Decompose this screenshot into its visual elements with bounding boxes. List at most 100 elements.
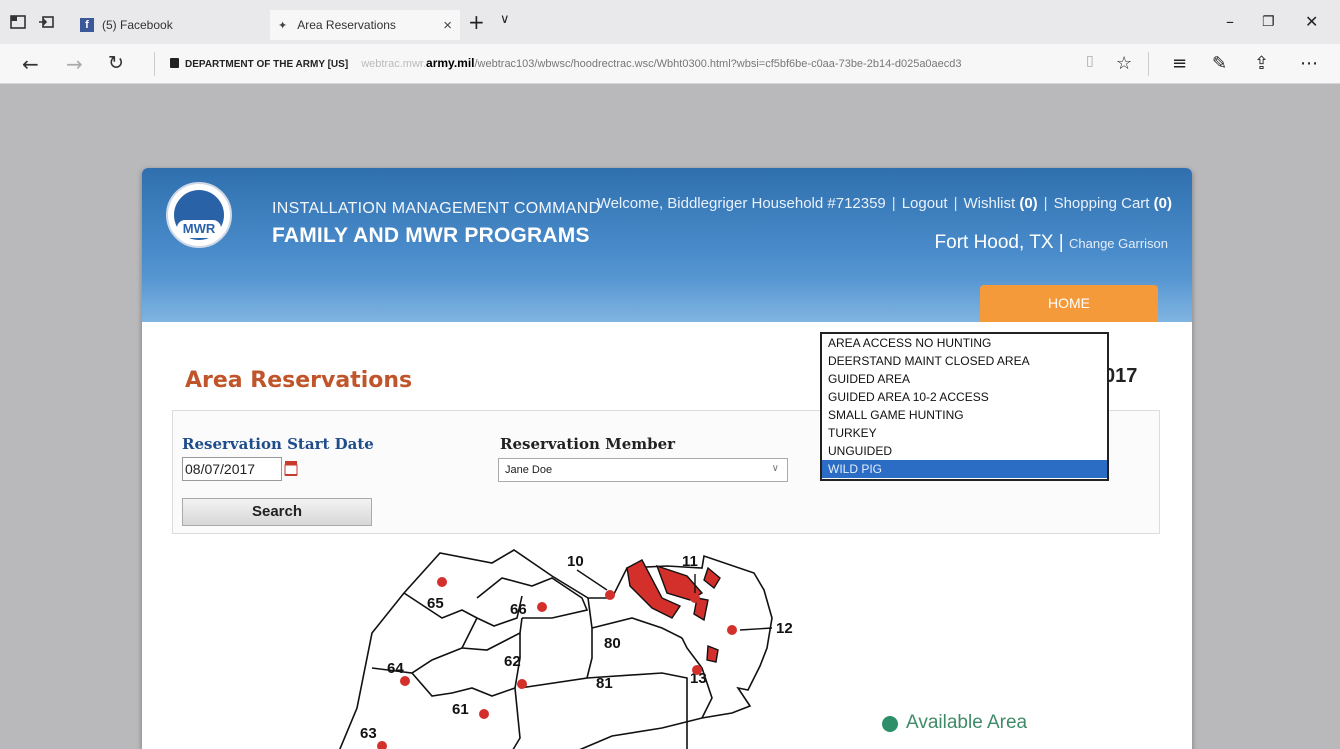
- hub-icon[interactable]: ≡: [1172, 53, 1187, 74]
- tab-preview-chevron-icon[interactable]: ∨: [500, 12, 510, 27]
- area-marker-dot[interactable]: [692, 665, 702, 675]
- area-type-option[interactable]: TURKEY: [822, 424, 1107, 442]
- area-marker-dot[interactable]: [400, 676, 410, 686]
- area-marker-dot[interactable]: [537, 602, 547, 612]
- garrison-name: Fort Hood, TX: [934, 232, 1054, 253]
- map-area-boundary: [403, 592, 523, 627]
- reserved-area: [706, 644, 719, 663]
- area-number-label: 12: [776, 620, 793, 637]
- header-line1: INSTALLATION MANAGEMENT COMMAND: [272, 200, 601, 217]
- map-area-boundary: [461, 617, 523, 651]
- area-number-label: 61: [452, 701, 469, 718]
- wishlist-link[interactable]: Wishlist: [963, 195, 1015, 212]
- welcome-text: Welcome, Biddlegriger Household #712359: [596, 195, 886, 212]
- divider: [154, 52, 155, 76]
- label-leader-line: [739, 627, 773, 631]
- divider: [1148, 52, 1149, 76]
- separator: |: [1058, 232, 1064, 253]
- label-leader-line: [576, 569, 608, 591]
- area-type-option[interactable]: GUIDED AREA: [822, 370, 1107, 388]
- logo-text: MWR: [177, 220, 221, 238]
- area-type-listbox[interactable]: AREA ACCESS NO HUNTING DEERSTAND MAINT CL…: [820, 332, 1109, 481]
- area-number-label: 11: [682, 553, 698, 570]
- separator: |: [1043, 195, 1048, 212]
- forward-arrow-icon[interactable]: →: [66, 52, 83, 76]
- search-button[interactable]: Search: [182, 498, 372, 526]
- shopping-cart-link[interactable]: Shopping Cart: [1054, 195, 1150, 212]
- area-number-label: 64: [387, 660, 404, 677]
- close-window-icon[interactable]: ✕: [1305, 12, 1318, 31]
- area-marker-dot[interactable]: [727, 625, 737, 635]
- maximize-icon[interactable]: ❐: [1262, 14, 1275, 30]
- area-marker-dot[interactable]: [605, 590, 615, 600]
- reserved-area: [703, 566, 721, 590]
- member-value: Jane Doe: [505, 464, 553, 476]
- close-tab-icon[interactable]: ×: [443, 17, 452, 34]
- set-aside-tabs-icon[interactable]: [38, 15, 54, 29]
- area-marker-dot[interactable]: [377, 741, 387, 749]
- tab-area-reservations[interactable]: ✦ Area Reservations ×: [270, 10, 460, 40]
- more-icon[interactable]: ⋯: [1300, 53, 1318, 74]
- area-marker-dot[interactable]: [437, 577, 447, 587]
- favorite-star-icon[interactable]: ☆: [1116, 53, 1132, 74]
- area-marker-dot[interactable]: [479, 709, 489, 719]
- area-number-label: 66: [510, 601, 527, 618]
- reading-view-icon[interactable]: ▯: [1086, 53, 1094, 69]
- calendar-icon[interactable]: [284, 459, 298, 477]
- url-path: /webtrac103/wbwsc/hoodrectrac.wsc/Wbht03…: [474, 58, 962, 70]
- separator: |: [953, 195, 958, 212]
- lock-icon: [170, 58, 179, 68]
- url-domain: army.mil: [426, 56, 475, 70]
- tab-manager-icon[interactable]: [10, 15, 26, 29]
- share-icon[interactable]: ⇪: [1254, 53, 1269, 74]
- area-type-option[interactable]: SMALL GAME HUNTING: [822, 406, 1107, 424]
- area-number-label: 80: [604, 635, 621, 652]
- header-line2: FAMILY AND MWR PROGRAMS: [272, 224, 590, 247]
- area-type-option[interactable]: UNGUIDED: [822, 442, 1107, 460]
- separator: |: [891, 195, 896, 212]
- refresh-icon[interactable]: ↻: [108, 52, 124, 74]
- tab-label: (5) Facebook: [102, 18, 173, 32]
- area-number-label: 81: [596, 675, 613, 692]
- area-marker-dot[interactable]: [690, 593, 700, 603]
- back-arrow-icon[interactable]: ←: [22, 52, 39, 76]
- area-type-option[interactable]: GUIDED AREA 10-2 ACCESS: [822, 388, 1107, 406]
- page-title: Area Reservations: [185, 368, 413, 393]
- mwr-logo[interactable]: MWR: [166, 182, 232, 248]
- cart-count: (0): [1153, 195, 1172, 212]
- tab-facebook[interactable]: f (5) Facebook: [80, 10, 260, 40]
- area-type-option[interactable]: AREA ACCESS NO HUNTING: [822, 334, 1107, 352]
- legend-available-dot: [882, 716, 898, 732]
- map-area-boundary: [476, 577, 589, 619]
- page-panel: MWR INSTALLATION MANAGEMENT COMMAND FAMI…: [142, 168, 1192, 749]
- area-type-option[interactable]: DEERSTAND MAINT CLOSED AREA: [822, 352, 1107, 370]
- new-tab-icon[interactable]: +: [468, 10, 485, 34]
- home-tab[interactable]: HOME: [980, 285, 1158, 322]
- tab-label: Area Reservations: [297, 18, 396, 32]
- web-note-icon[interactable]: ✎: [1212, 53, 1227, 74]
- garrison: Fort Hood, TX | Change Garrison: [935, 232, 1168, 254]
- certificate-org: DEPARTMENT OF THE ARMY [US]: [185, 59, 349, 70]
- change-garrison-link[interactable]: Change Garrison: [1069, 236, 1168, 251]
- area-type-option[interactable]: WILD PIG: [822, 460, 1107, 478]
- user-menu: Welcome, Biddlegriger Household #712359 |…: [597, 195, 1172, 212]
- chevron-down-icon: ∨: [771, 463, 779, 474]
- start-date-label: Reservation Start Date: [182, 435, 374, 453]
- area-number-label: 65: [427, 595, 444, 612]
- army-favicon-icon: ✦: [278, 19, 288, 32]
- legend-available-label: Available Area: [906, 712, 1028, 733]
- member-select[interactable]: Jane Doe ∨: [498, 458, 788, 482]
- year-text: 017: [1104, 365, 1138, 387]
- facebook-icon: f: [80, 18, 94, 32]
- area-marker-dot[interactable]: [517, 679, 527, 689]
- member-label: Reservation Member: [500, 435, 676, 453]
- area-number-label: 63: [360, 725, 377, 742]
- url-prefix: webtrac.mwr.: [361, 58, 427, 70]
- header-banner: MWR INSTALLATION MANAGEMENT COMMAND FAMI…: [142, 168, 1192, 322]
- area-number-label: 62: [504, 653, 521, 670]
- minimize-icon[interactable]: –: [1226, 12, 1234, 31]
- start-date-input[interactable]: [182, 457, 282, 481]
- url-field[interactable]: DEPARTMENT OF THE ARMY [US] webtrac.mwr.…: [170, 56, 962, 70]
- wishlist-count: (0): [1019, 195, 1038, 212]
- logout-link[interactable]: Logout: [902, 195, 948, 212]
